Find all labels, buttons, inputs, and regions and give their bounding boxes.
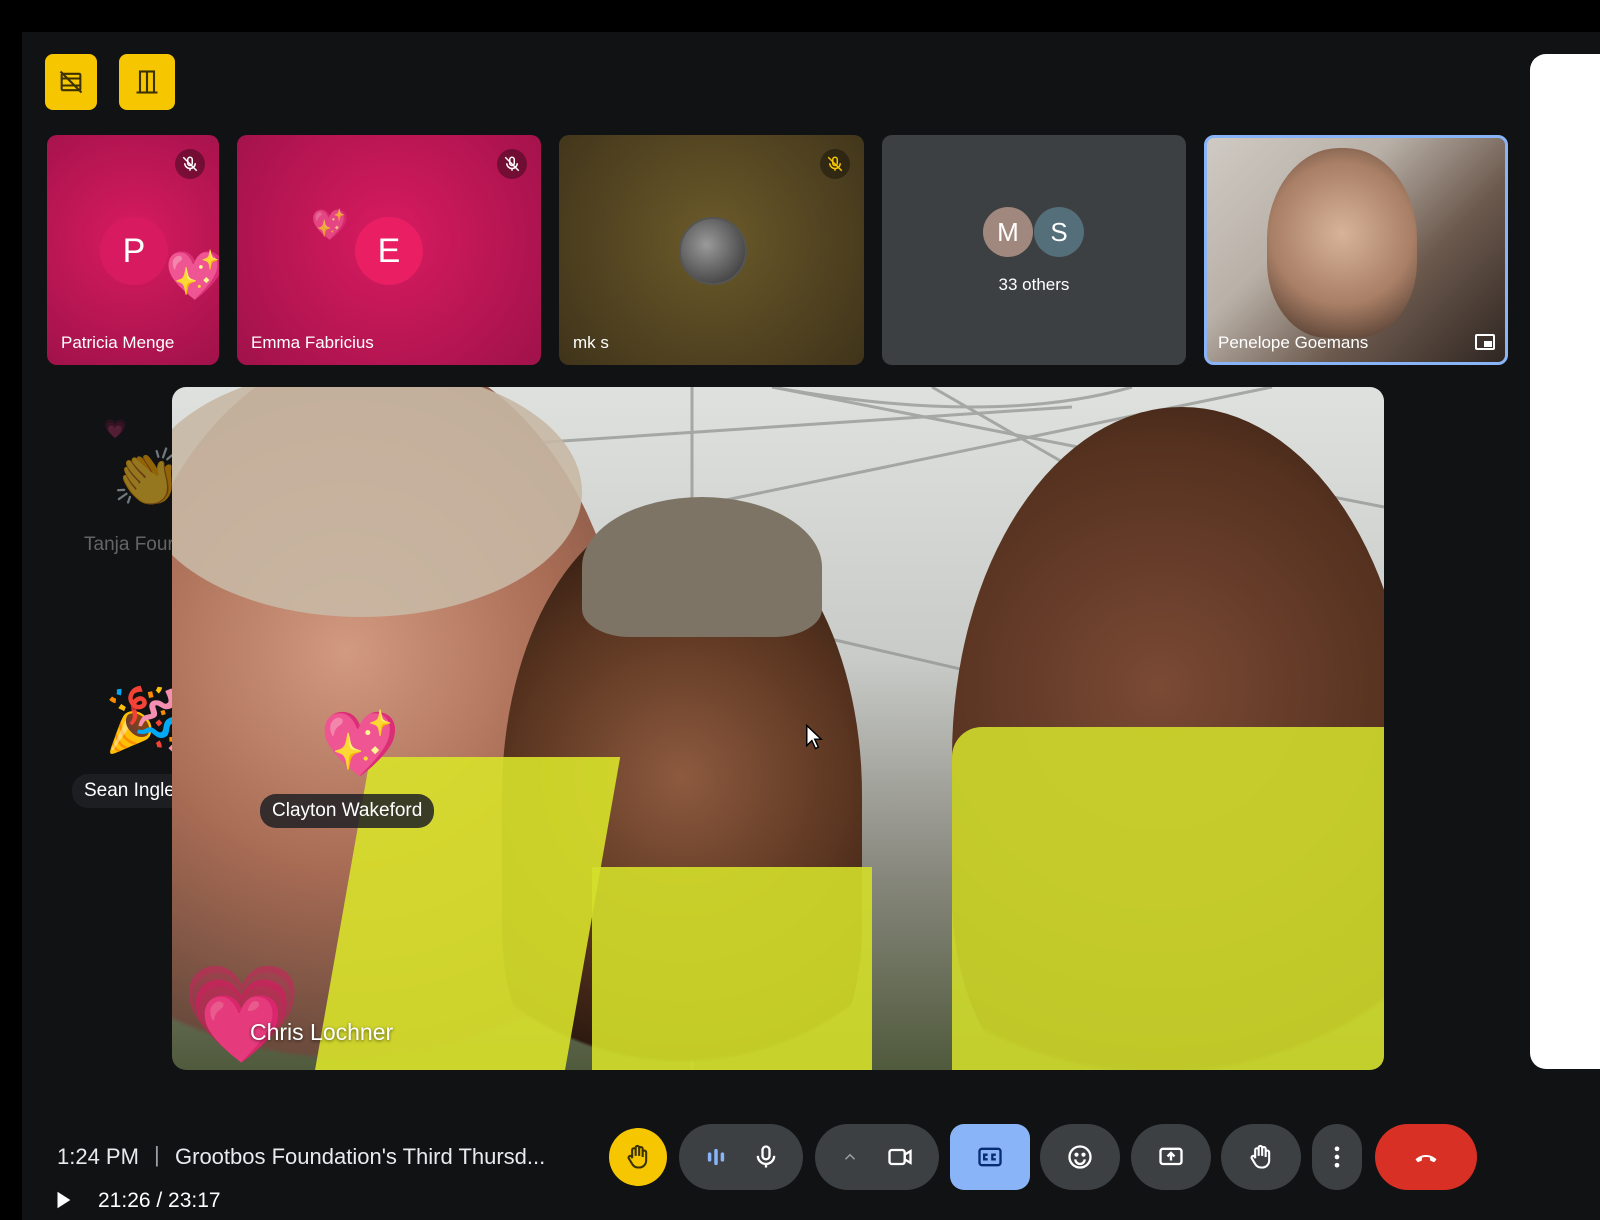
hand-wave-icon xyxy=(627,1144,648,1169)
present-screen-icon xyxy=(1159,1147,1183,1166)
captions-button[interactable] xyxy=(950,1124,1030,1190)
heart-reaction: 💗 xyxy=(104,419,127,439)
play-icon xyxy=(57,1191,71,1209)
safety-vest xyxy=(592,867,872,1070)
mic-off-icon xyxy=(504,156,520,172)
safety-vest xyxy=(952,727,1384,1070)
muted-indicator xyxy=(175,149,205,179)
meeting-title[interactable]: Grootbos Foundation's Third Thursd... xyxy=(175,1144,545,1170)
meeting-stage: P 💖 Patricia Menge E 💖 Emma Fabricius mk… xyxy=(22,32,1600,1220)
leave-room-button[interactable] xyxy=(119,54,175,110)
mic-off-icon xyxy=(182,156,198,172)
sparkling-heart-reaction: 💖 xyxy=(320,708,400,780)
more-options-button[interactable] xyxy=(1312,1124,1362,1190)
camera-control-group xyxy=(815,1124,939,1190)
avatar: S xyxy=(1034,207,1084,257)
hand-wave-button[interactable] xyxy=(609,1128,667,1186)
chevron-up-icon[interactable] xyxy=(841,1148,859,1166)
others-tile[interactable]: M S 33 others xyxy=(882,135,1186,365)
participant-name: Emma Fabricius xyxy=(251,333,374,352)
party-popper-reaction: 🎉 xyxy=(104,686,182,755)
avatar xyxy=(679,217,747,285)
avatar: M xyxy=(983,207,1033,257)
cap-center xyxy=(582,497,822,637)
participant-tile-emma[interactable]: E 💖 Emma Fabricius xyxy=(237,135,541,365)
clock: 1:24 PM xyxy=(57,1144,139,1169)
send-reaction-button[interactable] xyxy=(1040,1124,1120,1190)
sparkling-heart-reaction: 💖 xyxy=(165,250,219,303)
door-exit-icon xyxy=(136,70,158,94)
film-off-icon xyxy=(59,70,83,94)
present-screen-button[interactable] xyxy=(1131,1124,1211,1190)
audio-levels-icon[interactable] xyxy=(702,1143,730,1171)
end-call-button[interactable] xyxy=(1375,1124,1477,1190)
participant-tile-penelope[interactable]: Penelope Goemans xyxy=(1204,135,1508,365)
separator: | xyxy=(154,1142,160,1167)
playback-time: 21:26 / 23:17 xyxy=(98,1189,221,1212)
others-count-label: 33 others xyxy=(998,275,1070,294)
raise-hand-button[interactable] xyxy=(1221,1124,1301,1190)
muted-indicator xyxy=(497,149,527,179)
captions-icon xyxy=(978,1147,1002,1167)
avatar: E xyxy=(355,217,423,285)
reaction-sender-label: Clayton Wakeford xyxy=(260,794,435,828)
participant-name: Penelope Goemans xyxy=(1218,333,1369,352)
microphone-icon[interactable] xyxy=(752,1143,780,1171)
raise-hand-icon xyxy=(1250,1144,1271,1169)
participant-name: Patricia Menge xyxy=(61,333,175,352)
picture-in-picture-icon[interactable] xyxy=(1475,334,1495,350)
mic-off-icon xyxy=(827,156,843,172)
emoji-icon xyxy=(1068,1145,1092,1169)
participant-name: mk s xyxy=(573,333,609,352)
sparkling-heart-reaction: 💖 xyxy=(311,209,349,242)
play-button[interactable] xyxy=(52,1189,74,1213)
end-call-icon xyxy=(1415,1154,1437,1163)
camera-icon[interactable] xyxy=(886,1143,914,1171)
participant-tile-mk-s[interactable]: mk s xyxy=(559,135,864,365)
main-speaker-name: Chris Lochner xyxy=(250,1019,394,1045)
participant-video xyxy=(1267,148,1417,338)
heart-reaction: 💗 xyxy=(182,961,302,1068)
mouse-cursor-icon xyxy=(806,724,823,750)
side-panel-edge[interactable] xyxy=(1530,54,1600,1069)
muted-indicator xyxy=(820,149,850,179)
more-options-icon xyxy=(1334,1146,1340,1168)
control-bar: 1:24 PM | Grootbos Foundation's Third Th… xyxy=(22,1087,1600,1220)
avatar: P xyxy=(100,217,168,285)
recording-off-button[interactable] xyxy=(45,54,97,110)
audio-control-group xyxy=(679,1124,803,1190)
participant-tile-patricia[interactable]: P 💖 Patricia Menge xyxy=(47,135,219,365)
